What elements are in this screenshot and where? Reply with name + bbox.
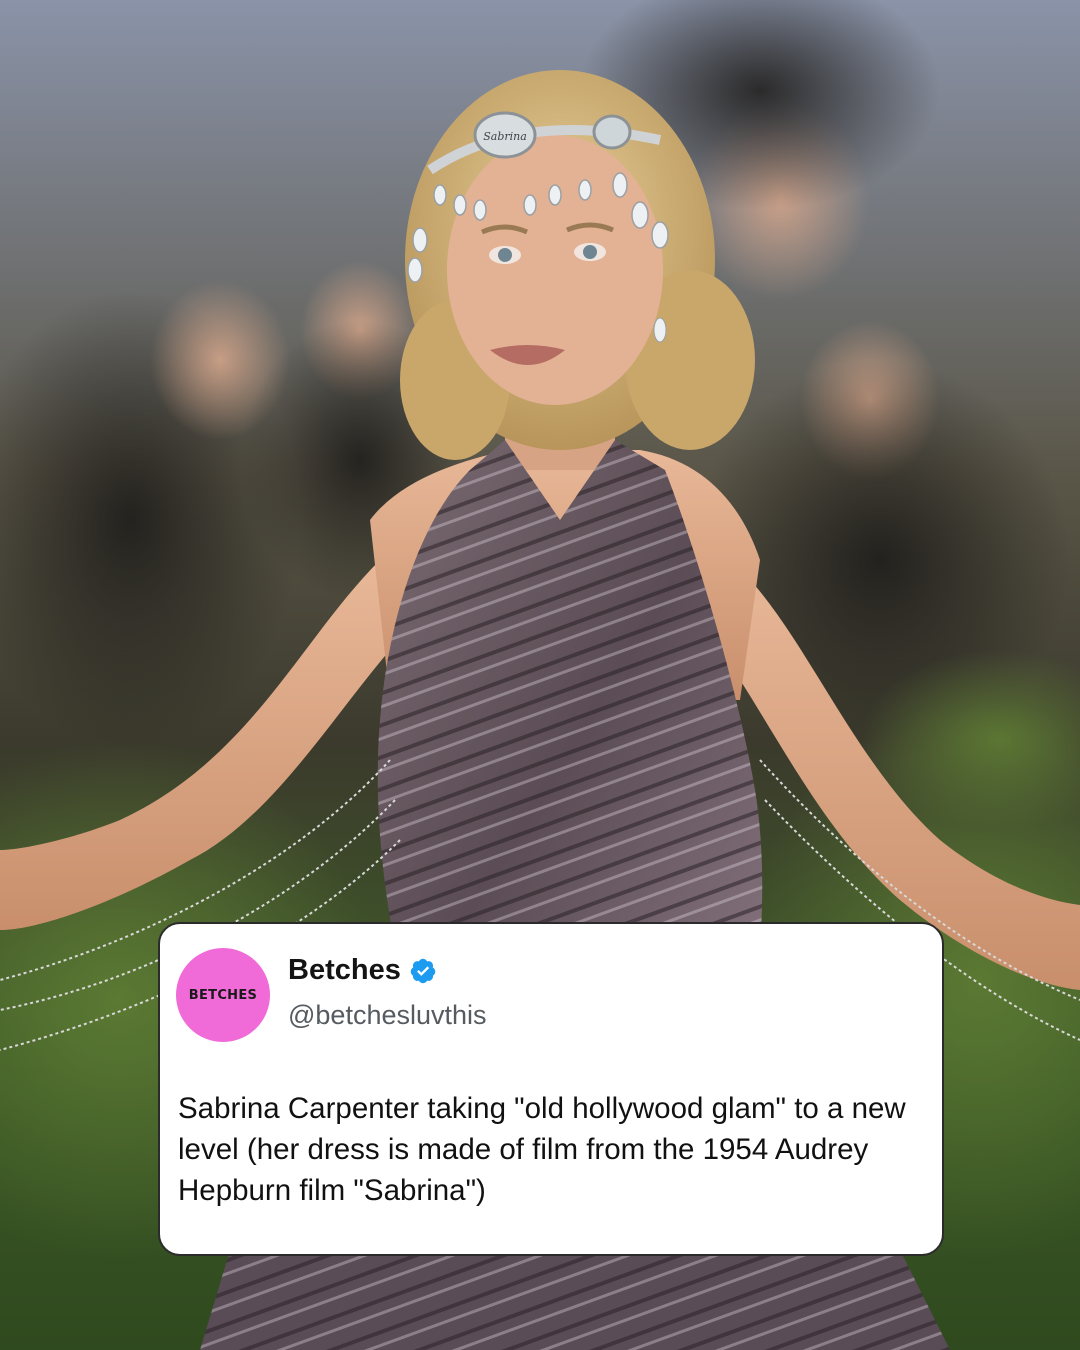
handle[interactable]: @betchesluvthis <box>288 1000 487 1031</box>
avatar-logo-text: BETCHES <box>188 987 258 1003</box>
author-row: Betches <box>288 954 437 987</box>
verified-badge-icon <box>410 958 436 983</box>
display-name[interactable]: Betches <box>288 954 401 987</box>
post-image: Sabrina BETCHES Betches @betchesluvthis … <box>0 0 1080 1350</box>
headpiece-label: Sabrina <box>483 130 527 143</box>
tweet-text: Sabrina Carpenter taking "old hollywood … <box>178 1092 906 1207</box>
tweet-card[interactable]: BETCHES Betches @betchesluvthis Sabrina … <box>158 922 944 1256</box>
avatar[interactable]: BETCHES <box>176 948 270 1042</box>
